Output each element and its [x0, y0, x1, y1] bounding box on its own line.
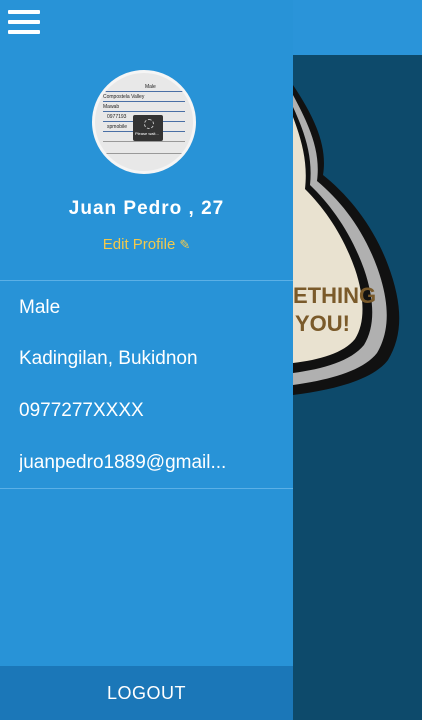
sign-text-line2: YOU! — [295, 311, 350, 336]
loading-spinner: Please wait... — [133, 115, 163, 141]
navigation-drawer: Male Compostela Valley Mawab 0977193 spm… — [0, 0, 293, 720]
avatar-text: spmobile — [107, 124, 128, 130]
avatar-text: 0977193 — [107, 114, 127, 120]
edit-profile-label: Edit Profile — [102, 236, 176, 253]
avatar[interactable]: Male Compostela Valley Mawab 0977193 spm… — [92, 70, 196, 174]
avatar-text: Male — [145, 84, 156, 90]
email-text: juanpedro1889@gmail... — [19, 452, 227, 473]
profile-name: Juan Pedro , 27 — [68, 198, 225, 219]
divider — [0, 488, 293, 489]
pencil-icon: ✎ — [179, 237, 191, 252]
avatar-text: Mawab — [103, 104, 120, 110]
hamburger-menu-icon[interactable] — [8, 6, 42, 38]
loading-text: Please wait... — [135, 131, 159, 136]
avatar-text: Compostela Valley — [103, 94, 145, 100]
gender-text: Male — [19, 297, 61, 318]
logout-button[interactable]: LOGOUT — [0, 666, 293, 720]
divider — [0, 280, 293, 281]
phone-text: 0977277XXXX — [19, 400, 144, 421]
location-text: Kadingilan, Bukidnon — [19, 348, 198, 369]
sign-graphic: ETHING YOU! — [293, 85, 400, 395]
edit-profile-link[interactable]: Edit Profile ✎ — [0, 236, 293, 253]
background-content: ETHING YOU! — [293, 55, 422, 720]
sign-text-line1: ETHING — [293, 283, 376, 308]
